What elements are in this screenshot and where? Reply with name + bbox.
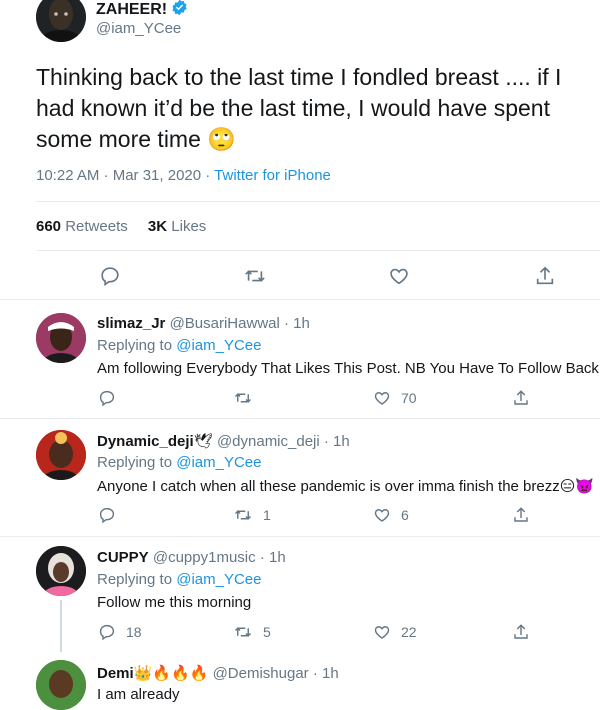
author-display-name[interactable]: ZAHEER!: [96, 1, 167, 19]
reply-text: Am following Everybody That Likes This P…: [97, 360, 599, 377]
crown-fire-emojis: 👑🔥🔥🔥: [133, 665, 209, 682]
divider: [36, 201, 600, 202]
retweets-stat[interactable]: 660 Retweets: [36, 218, 132, 235]
likes-label: Likes: [171, 218, 207, 235]
reply-handle[interactable]: @BusariHawwal: [170, 315, 280, 332]
divider: [0, 536, 600, 537]
dove-emoji: 🕊: [193, 433, 213, 450]
retweet-button[interactable]: [233, 389, 253, 407]
like-button[interactable]: [373, 389, 391, 407]
like-count: 22: [401, 624, 417, 640]
share-button[interactable]: [512, 389, 530, 407]
author-handle[interactable]: @iam_YCee: [96, 20, 181, 37]
reply-avatar[interactable]: [36, 660, 86, 710]
like-count: 6: [401, 507, 409, 523]
retweets-count: 660: [36, 218, 62, 235]
thread-line: [60, 600, 62, 652]
share-button[interactable]: [534, 265, 556, 287]
share-button[interactable]: [512, 623, 530, 641]
reply-display-name[interactable]: Demi: [97, 665, 134, 682]
reply-actions: [98, 389, 116, 407]
reply-handle[interactable]: @Demishugar: [213, 665, 309, 682]
like-button[interactable]: [373, 623, 391, 641]
reply-count: 18: [126, 624, 142, 640]
reply-button[interactable]: [98, 623, 116, 641]
tweet-source[interactable]: Twitter for iPhone: [214, 167, 331, 184]
replying-to-handle[interactable]: @iam_YCee: [176, 454, 261, 471]
reply-text-body: Anyone I catch when all these pandemic i…: [97, 478, 560, 495]
replying-to-handle[interactable]: @iam_YCee: [176, 337, 261, 354]
reply-handle[interactable]: @cuppy1music: [153, 549, 256, 566]
reply-text: Follow me this morning: [97, 594, 252, 611]
reply-button[interactable]: [98, 389, 116, 407]
retweet-count: 5: [263, 624, 271, 640]
tweet-stats: 660 Retweets 3K Likes: [36, 218, 206, 235]
tweet-text-body: Thinking back to the last time I fondled…: [36, 64, 562, 152]
tweet-meta: 10:22 AM · Mar 31, 2020 · Twitter for iP…: [36, 167, 331, 184]
replying-to-label: Replying to: [97, 454, 173, 471]
reply-text: Anyone I catch when all these pandemic i…: [97, 477, 600, 495]
retweet-count: 1: [263, 507, 271, 523]
reply-button[interactable]: [99, 265, 121, 287]
replying-to-handle[interactable]: @iam_YCee: [176, 571, 261, 588]
retweets-label: Retweets: [65, 218, 128, 235]
reply-time[interactable]: · 1h: [260, 549, 286, 566]
reply-avatar[interactable]: [36, 430, 86, 480]
reply-display-name[interactable]: CUPPY: [97, 549, 149, 566]
replying-to-label: Replying to: [97, 337, 173, 354]
reply-avatar[interactable]: [36, 546, 86, 596]
likes-count: 3K: [147, 218, 168, 235]
rolling-eyes-emoji: 🙄: [207, 126, 236, 152]
author-avatar[interactable]: [36, 0, 86, 42]
tweet-timestamp[interactable]: 10:22 AM · Mar 31, 2020: [36, 167, 201, 184]
reply-display-name[interactable]: Dynamic_deji: [97, 433, 194, 450]
reply-display-name[interactable]: slimaz_Jr: [97, 315, 165, 332]
replying-to-label: Replying to: [97, 571, 173, 588]
divider: [0, 418, 600, 419]
likes-stat[interactable]: 3K Likes: [148, 218, 206, 235]
reply-avatar[interactable]: [36, 313, 86, 363]
like-button[interactable]: [388, 265, 410, 287]
tweet-text: Thinking back to the last time I fondled…: [36, 62, 581, 155]
like-button[interactable]: [373, 506, 391, 524]
reply-text: I am already: [97, 686, 180, 703]
divider: [36, 250, 600, 251]
reply-handle[interactable]: @dynamic_deji: [217, 433, 320, 450]
retweet-button[interactable]: [233, 506, 253, 524]
meta-separator: ·: [201, 167, 215, 184]
retweet-button[interactable]: [243, 265, 267, 287]
reply-time[interactable]: · 1h: [284, 315, 310, 332]
verified-badge-icon: [171, 0, 188, 21]
reply-time[interactable]: · 1h: [324, 433, 350, 450]
retweet-button[interactable]: [233, 623, 253, 641]
reply-time[interactable]: · 1h: [313, 665, 339, 682]
divider: [0, 299, 600, 300]
reply-button[interactable]: [98, 506, 116, 524]
share-button[interactable]: [512, 506, 530, 524]
reply-text-emojis: 😑👿: [559, 478, 595, 495]
like-count: 70: [401, 390, 417, 406]
